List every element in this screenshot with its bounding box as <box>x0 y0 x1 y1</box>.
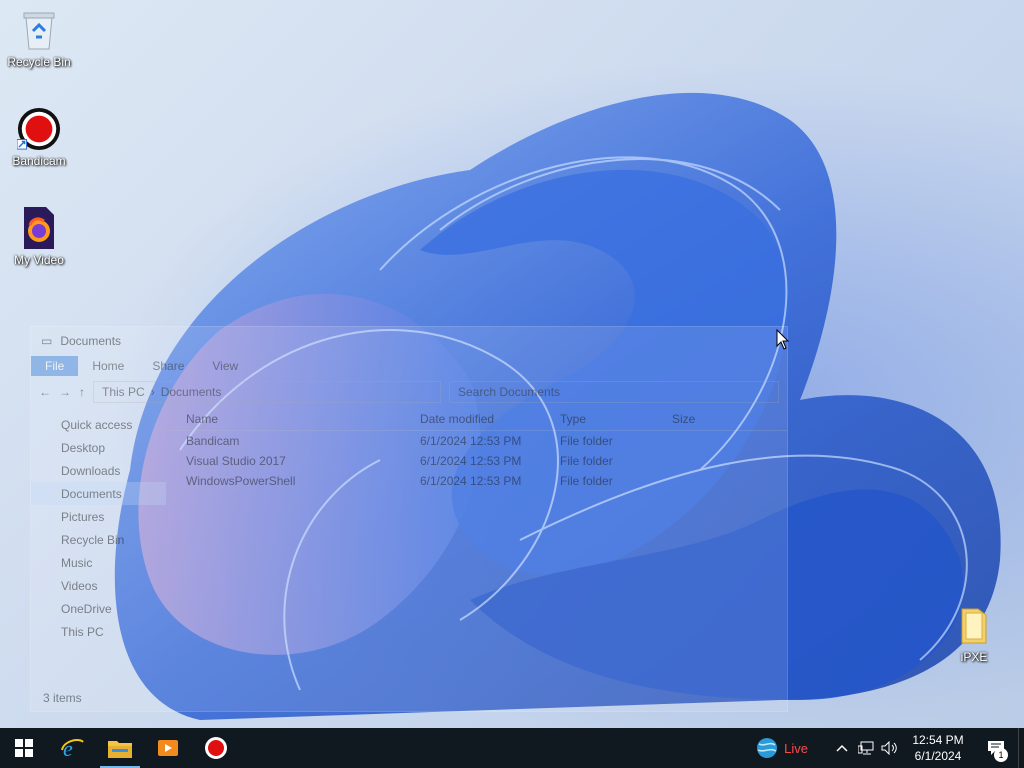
file-list-header: Name Date modified Type Size <box>166 407 787 431</box>
desktop[interactable]: Recycle Bin Bandicam My Video iPXE ▭ Doc… <box>0 0 1024 728</box>
show-hidden-icons-button[interactable] <box>830 728 854 768</box>
network-icon <box>858 741 874 755</box>
nav-item-videos[interactable]: Videos <box>31 574 166 597</box>
forward-arrow-icon[interactable]: → <box>59 385 71 399</box>
back-arrow-icon[interactable]: ← <box>39 385 51 399</box>
nav-item-desktop[interactable]: Desktop <box>31 436 166 459</box>
nav-item-downloads[interactable]: Downloads <box>31 459 166 482</box>
file-name: WindowsPowerShell <box>186 474 296 488</box>
folder-icon: ▭ <box>41 334 53 348</box>
network-button[interactable] <box>854 728 878 768</box>
column-header-type[interactable]: Type <box>560 412 672 426</box>
desktop-icon-recycle-bin[interactable]: Recycle Bin <box>1 8 77 69</box>
breadcrumb-this-pc[interactable]: This PC <box>102 385 145 399</box>
folder-icon <box>952 603 996 647</box>
breadcrumb-separator-icon: › <box>150 385 155 399</box>
file-list: Name Date modified Type Size Bandicam 6/… <box>166 407 787 675</box>
desktop-icon-ipxe[interactable]: iPXE <box>936 603 1012 664</box>
explorer-title-bar: ▭ Documents <box>31 327 787 355</box>
chevron-up-icon <box>836 744 848 752</box>
nav-item-quick-access[interactable]: Quick access <box>31 413 166 436</box>
explorer-address-row: ← → ↑ This PC › Documents Search Documen… <box>31 377 787 407</box>
live-label: Live <box>784 740 808 756</box>
speaker-icon <box>881 741 897 755</box>
file-row[interactable]: Visual Studio 2017 6/1/2024 12:53 PM Fil… <box>166 451 787 471</box>
desktop-icon-my-video[interactable]: My Video <box>1 206 77 267</box>
file-row[interactable]: WindowsPowerShell 6/1/2024 12:53 PM File… <box>166 471 787 491</box>
nav-item-recycle-bin[interactable]: Recycle Bin <box>31 528 166 551</box>
clock-time: 12:54 PM <box>912 733 964 747</box>
tab-file[interactable]: File <box>31 356 79 376</box>
desktop-icon-label: iPXE <box>960 650 988 664</box>
file-name: Bandicam <box>186 434 240 448</box>
file-row[interactable]: Bandicam 6/1/2024 12:53 PM File folder <box>166 431 787 451</box>
media-player-icon <box>158 740 178 756</box>
firefox-icon <box>17 206 61 250</box>
taskbar-internet-explorer[interactable]: e <box>48 728 96 768</box>
status-bar-text: 3 items <box>43 691 82 705</box>
nav-item-onedrive[interactable]: OneDrive <box>31 597 166 620</box>
search-input[interactable]: Search Documents <box>449 381 779 403</box>
tab-share[interactable]: Share <box>138 356 198 376</box>
file-explorer-window[interactable]: ▭ Documents File Home Share View ← → ↑ T… <box>30 326 788 712</box>
file-explorer-icon <box>108 741 132 758</box>
explorer-title: Documents <box>60 334 122 348</box>
notification-count-badge: 1 <box>994 748 1008 762</box>
mouse-cursor-icon <box>776 329 790 350</box>
desktop-icon-label: My Video <box>14 253 64 267</box>
explorer-ribbon: File Home Share View <box>31 355 787 377</box>
file-type: File folder <box>560 474 613 488</box>
internet-explorer-icon: e <box>61 736 84 760</box>
start-icon <box>15 739 33 757</box>
show-desktop-button[interactable] <box>1018 728 1024 768</box>
file-type: File folder <box>560 434 613 448</box>
desktop-icon-label: Bandicam <box>12 154 66 168</box>
up-arrow-icon[interactable]: ↑ <box>79 385 85 399</box>
file-date: 6/1/2024 12:53 PM <box>420 454 522 468</box>
nav-item-this-pc[interactable]: This PC <box>31 620 166 643</box>
nav-item-music[interactable]: Music <box>31 551 166 574</box>
file-type: File folder <box>560 454 613 468</box>
live-widget[interactable]: Live <box>748 737 830 759</box>
file-date: 6/1/2024 12:53 PM <box>420 474 522 488</box>
file-date: 6/1/2024 12:53 PM <box>420 434 522 448</box>
taskbar-bandicam[interactable] <box>192 728 240 768</box>
clock-date: 6/1/2024 <box>914 749 962 763</box>
nav-item-documents[interactable]: Documents <box>31 482 166 505</box>
taskbar-file-explorer[interactable] <box>96 728 144 768</box>
desktop-icon-bandicam[interactable]: Bandicam <box>1 107 77 168</box>
file-name: Visual Studio 2017 <box>186 454 286 468</box>
taskbar-media-player[interactable] <box>144 728 192 768</box>
column-header-name[interactable]: Name <box>166 412 420 426</box>
system-clock[interactable]: 12:54 PM 6/1/2024 <box>902 732 974 764</box>
svg-text:e: e <box>63 736 73 760</box>
taskbar: e Live 12:54 PM 6/1/2024 1 <box>0 728 1024 768</box>
address-bar[interactable]: This PC › Documents <box>93 381 441 403</box>
recycle-bin-icon <box>17 8 61 52</box>
start-button[interactable] <box>0 728 48 768</box>
desktop-icon-label: Recycle Bin <box>7 55 71 69</box>
bandicam-icon <box>17 107 61 151</box>
breadcrumb-documents[interactable]: Documents <box>161 385 222 399</box>
tab-home[interactable]: Home <box>78 356 138 376</box>
nav-item-pictures[interactable]: Pictures <box>31 505 166 528</box>
column-header-date[interactable]: Date modified <box>420 412 560 426</box>
navigation-pane: Quick access Desktop Downloads Documents… <box>31 407 166 675</box>
volume-button[interactable] <box>878 728 902 768</box>
globe-icon <box>757 738 778 758</box>
tab-view[interactable]: View <box>198 356 252 376</box>
bandicam-icon <box>205 737 227 759</box>
action-center-button[interactable]: 1 <box>974 728 1018 768</box>
column-header-size[interactable]: Size <box>672 412 732 426</box>
